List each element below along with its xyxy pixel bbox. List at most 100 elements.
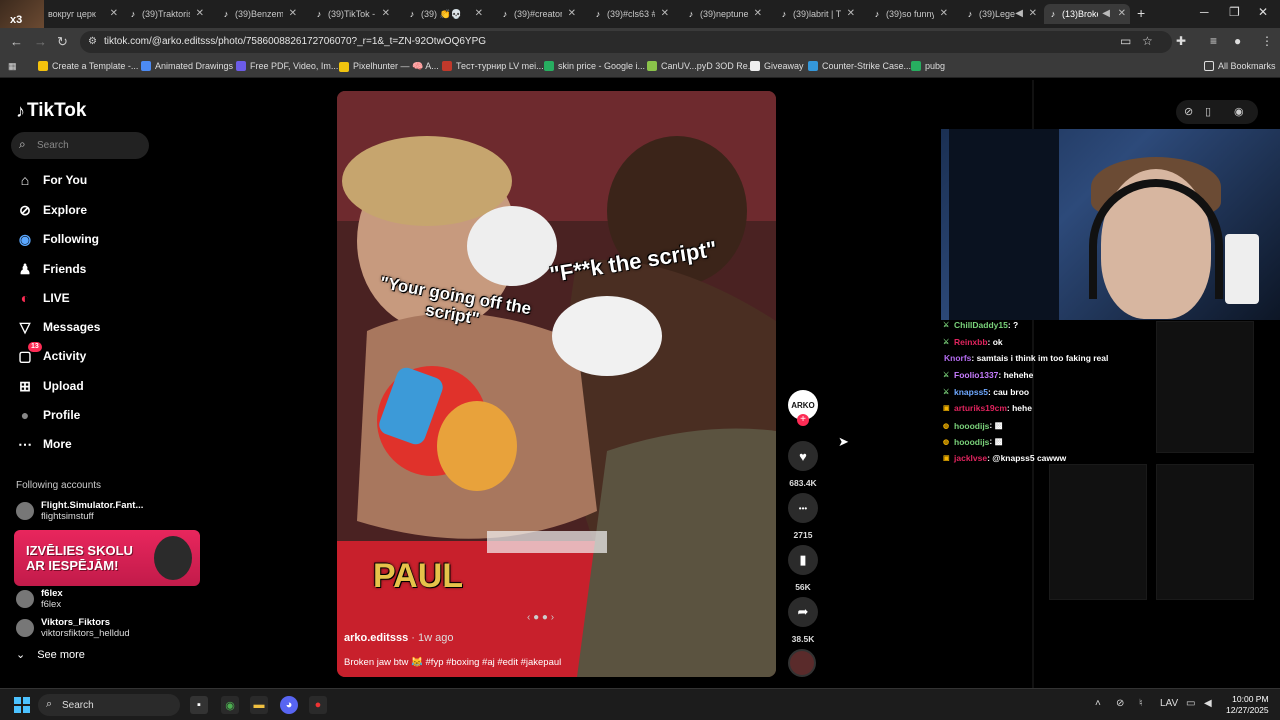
tab-10[interactable]: ♪ (39)so funny ✕ bbox=[868, 4, 952, 24]
bookmark-6[interactable]: skin price - Google i... bbox=[544, 61, 645, 71]
site-info-icon[interactable]: ⚙ bbox=[88, 36, 97, 47]
media-icon[interactable]: ≡ bbox=[1210, 34, 1217, 48]
bookmark-2[interactable]: Animated Drawings bbox=[141, 61, 233, 71]
language-indicator[interactable]: LAV bbox=[1160, 698, 1178, 709]
video-player[interactable]: "Your going off the script" "F**k the sc… bbox=[337, 91, 776, 677]
tray-chevron-icon[interactable]: ˄ bbox=[1095, 698, 1101, 709]
tab-2[interactable]: ♪ (39)Traktoris ✕ bbox=[124, 4, 208, 24]
close-icon[interactable]: ✕ bbox=[289, 8, 297, 19]
user-avatar-icon[interactable]: ◉ bbox=[1234, 105, 1244, 118]
account-item[interactable]: f6lex f6lex bbox=[16, 588, 63, 610]
follow-plus-icon[interactable]: + bbox=[797, 414, 809, 426]
tab-7[interactable]: ♪ (39)#cls63 # ✕ bbox=[589, 4, 673, 24]
bookmark-7[interactable]: CanUV...pyD 3OD Re... bbox=[647, 61, 755, 71]
device-icon[interactable]: ▯ bbox=[1205, 105, 1211, 118]
restore-icon[interactable]: ❐ bbox=[1229, 5, 1240, 19]
nav-activity[interactable]: ▢ 13 Activity bbox=[16, 342, 86, 366]
profile-badge[interactable]: x3 bbox=[0, 0, 44, 28]
pip-icon[interactable]: ⊘ bbox=[1184, 105, 1193, 118]
speaker-icon[interactable]: ◀ bbox=[1102, 8, 1110, 19]
tab-6[interactable]: ♪ (39)#creator ✕ bbox=[496, 4, 580, 24]
tab-5[interactable]: ♪ (39) 👏💀 ✕ bbox=[403, 4, 487, 24]
nav-for-you[interactable]: ⌂ For You bbox=[16, 170, 87, 190]
minimize-icon[interactable]: ─ bbox=[1200, 5, 1209, 19]
close-icon[interactable]: ✕ bbox=[1118, 8, 1126, 19]
music-disc-icon[interactable] bbox=[788, 649, 816, 677]
nav-upload[interactable]: ⊞ Upload bbox=[16, 376, 84, 396]
avatar-icon[interactable]: ● bbox=[1234, 34, 1241, 48]
bookmark-4[interactable]: Pixelhunter — 🧠 A... bbox=[339, 61, 439, 72]
search-input[interactable]: ⌕ Search bbox=[11, 132, 149, 159]
task-view-icon[interactable]: ▪ bbox=[190, 696, 208, 714]
video-author[interactable]: arko.editsss · 1w ago bbox=[344, 632, 453, 644]
tab-8[interactable]: ♪ (39)neptune ✕ bbox=[682, 4, 766, 24]
video-description[interactable]: Broken jaw btw 😹 #fyp #boxing #aj #edit … bbox=[344, 657, 561, 668]
extensions-icon[interactable]: ✚ bbox=[1176, 34, 1186, 48]
bookmark-button[interactable]: ▮ 56K bbox=[788, 545, 818, 592]
nav-more[interactable]: ⋯ More bbox=[16, 434, 72, 454]
tab-3[interactable]: ♪ (39)Benzem ✕ bbox=[217, 4, 301, 24]
see-more-button[interactable]: ⌄ See more bbox=[16, 648, 85, 662]
tiktok-logo[interactable]: ♪ TikTok bbox=[16, 100, 86, 122]
tab-1[interactable]: вокруг церк ✕ bbox=[44, 4, 122, 24]
address-bar[interactable]: ⚙ tiktok.com/@arko.editsss/photo/7586008… bbox=[80, 31, 1172, 53]
volume-icon[interactable]: ◀ bbox=[1204, 698, 1212, 709]
carousel-dots[interactable]: ‹ ● ● › bbox=[527, 612, 554, 623]
bookmark-1[interactable]: Create a Template -... bbox=[38, 61, 138, 71]
cast-icon[interactable]: ▭ bbox=[1120, 34, 1131, 48]
bookmark-3[interactable]: Free PDF, Video, Im... bbox=[236, 61, 338, 71]
nav-live[interactable]: ◐ LIVE bbox=[16, 288, 70, 308]
close-icon[interactable]: ✕ bbox=[196, 8, 204, 19]
chrome-icon[interactable]: ◉ bbox=[221, 696, 239, 714]
forward-icon[interactable]: → bbox=[34, 34, 47, 49]
tab-12-active[interactable]: ♪ (13)Broke ◀ ✕ bbox=[1044, 4, 1130, 24]
star-icon[interactable]: ☆ bbox=[1142, 34, 1153, 48]
file-explorer-icon[interactable]: ▬ bbox=[250, 696, 268, 714]
taskbar-search[interactable]: ⌕ Search bbox=[38, 694, 180, 716]
discord-icon[interactable]: ◕ bbox=[280, 696, 298, 714]
bookmark-9[interactable]: Counter-Strike Case... bbox=[808, 61, 911, 71]
close-icon[interactable]: ✕ bbox=[661, 8, 669, 19]
nav-explore[interactable]: ⊘ Explore bbox=[16, 200, 87, 220]
close-icon[interactable]: ✕ bbox=[754, 8, 762, 19]
nav-following[interactable]: ◉ Following bbox=[16, 229, 99, 249]
speaker-icon[interactable]: ◀ bbox=[1015, 8, 1023, 19]
account-item[interactable]: Flight.Simulator.Fant... flightsimstuff bbox=[16, 500, 143, 522]
tab-4[interactable]: ♪ (39)TikTok - ✕ bbox=[310, 4, 394, 24]
nav-messages[interactable]: ▽ Messages bbox=[16, 317, 101, 337]
close-icon[interactable]: ✕ bbox=[1029, 8, 1037, 19]
back-icon[interactable]: ← bbox=[10, 34, 23, 49]
url-text[interactable]: tiktok.com/@arko.editsss/photo/758600882… bbox=[104, 36, 486, 47]
menu-icon[interactable]: ⋮ bbox=[1261, 34, 1273, 48]
all-bookmarks[interactable]: All Bookmarks bbox=[1204, 61, 1276, 71]
bookmark-8[interactable]: Giveaway bbox=[750, 61, 804, 71]
taskbar-clock[interactable]: 10:00 PM 12/27/2025 bbox=[1226, 694, 1269, 716]
new-tab-icon[interactable]: + bbox=[1137, 5, 1145, 21]
close-icon[interactable]: ✕ bbox=[110, 8, 118, 19]
mic-icon[interactable]: ♮ bbox=[1139, 698, 1143, 709]
comment-button[interactable]: ••• 2715 bbox=[788, 493, 818, 540]
video-controls[interactable]: ⊘ ▯ ◉ bbox=[1176, 100, 1258, 124]
ad-banner[interactable]: IZVĒLIES SKOLU AR IESPĒJĀM! bbox=[14, 530, 200, 586]
account-item[interactable]: Viktors_Fiktors viktorsfiktors_helldud bbox=[16, 617, 130, 639]
wifi-off-icon[interactable]: ⊘ bbox=[1116, 698, 1124, 709]
close-icon[interactable]: ✕ bbox=[940, 8, 948, 19]
like-button[interactable]: ♥ 683.4K bbox=[788, 441, 818, 488]
network-icon[interactable]: ▭ bbox=[1186, 698, 1195, 709]
tab-9[interactable]: ♪ (39)labrit | T ✕ bbox=[775, 4, 859, 24]
close-icon[interactable]: ✕ bbox=[382, 8, 390, 19]
apps-icon[interactable]: ▦ bbox=[8, 61, 17, 72]
nav-profile[interactable]: ● Profile bbox=[16, 405, 81, 425]
close-icon[interactable]: ✕ bbox=[475, 8, 483, 19]
windows-start-icon[interactable] bbox=[14, 697, 30, 713]
tab-11[interactable]: ♪ (39)Legen◀ ✕ bbox=[961, 4, 1041, 24]
close-icon[interactable]: ✕ bbox=[847, 8, 855, 19]
bookmark-10[interactable]: pubg bbox=[911, 61, 945, 71]
reload-icon[interactable]: ↻ bbox=[57, 34, 68, 50]
bookmark-5[interactable]: Тест-турнир LV mei... bbox=[442, 61, 544, 71]
nav-friends[interactable]: ♟ Friends bbox=[16, 259, 87, 279]
app-icon[interactable]: ● bbox=[309, 696, 327, 714]
close-window-icon[interactable]: ✕ bbox=[1258, 5, 1268, 19]
close-icon[interactable]: ✕ bbox=[568, 8, 576, 19]
share-button[interactable]: ➦ 38.5K bbox=[788, 597, 818, 644]
